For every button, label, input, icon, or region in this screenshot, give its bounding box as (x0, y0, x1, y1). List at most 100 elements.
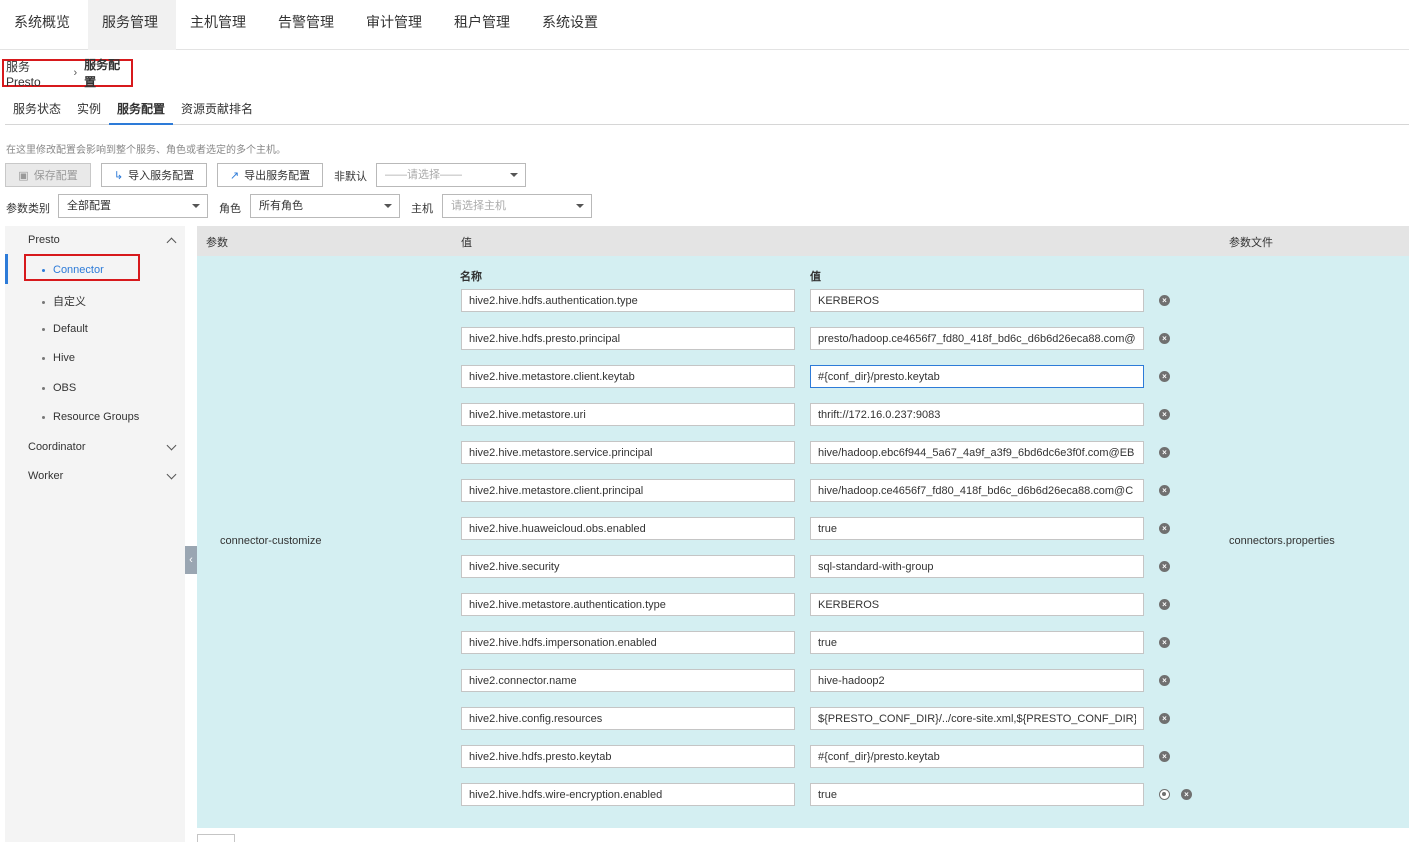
param-key-input[interactable] (461, 403, 795, 426)
tab-service-config[interactable]: 服务配置 (109, 95, 174, 125)
sidebar-item-obs[interactable]: OBS (42, 382, 76, 394)
save-icon: ▣ (18, 169, 29, 182)
config-hint: 在这里修改配置会影响到整个服务、角色或者选定的多个主机。 (6, 145, 286, 156)
active-indicator (5, 254, 8, 284)
param-value-input[interactable] (810, 745, 1144, 768)
param-value-input[interactable] (810, 669, 1144, 692)
remove-circle-icon[interactable]: × (1159, 333, 1170, 344)
param-key-input[interactable] (461, 479, 795, 502)
param-key-input[interactable] (461, 365, 795, 388)
nav-tenant-management[interactable]: 租户管理 (440, 0, 528, 50)
param-key-input[interactable] (461, 783, 795, 806)
sidebar-group-worker[interactable]: Worker (28, 470, 63, 482)
chevron-down-icon[interactable] (166, 440, 177, 451)
role-select[interactable]: 所有角色 (250, 194, 400, 218)
export-icon: ↗ (229, 169, 240, 182)
param-key-input[interactable] (461, 593, 795, 616)
save-config-button[interactable]: ▣ 保存配置 (5, 163, 91, 187)
remove-circle-icon[interactable]: × (1159, 751, 1170, 762)
header-file: 参数文件 (1229, 237, 1273, 249)
remove-circle-icon[interactable]: × (1181, 789, 1192, 800)
header-value: 值 (461, 237, 472, 249)
nav-service-management[interactable]: 服务管理 (88, 0, 176, 50)
remove-circle-icon[interactable]: × (1159, 371, 1170, 382)
remove-circle-icon[interactable]: × (1159, 599, 1170, 610)
nav-alarm-management[interactable]: 告警管理 (264, 0, 352, 50)
remove-circle-icon[interactable]: × (1159, 637, 1170, 648)
param-key-input[interactable] (461, 327, 795, 350)
add-circle-icon[interactable] (1159, 789, 1170, 800)
chevron-down-icon (510, 173, 518, 177)
param-value-input[interactable] (810, 593, 1144, 616)
param-value-input[interactable] (810, 365, 1144, 388)
param-key-input[interactable] (461, 631, 795, 654)
remove-circle-icon[interactable]: × (1159, 485, 1170, 496)
tab-instances[interactable]: 实例 (69, 95, 109, 125)
tab-service-status[interactable]: 服务状态 (5, 95, 69, 125)
chevron-up-icon[interactable] (166, 237, 177, 248)
param-value-input[interactable] (810, 517, 1144, 540)
table-header: 参数 值 参数文件 (197, 226, 1409, 256)
remove-circle-icon[interactable]: × (1159, 713, 1170, 724)
sidebar-group-coordinator[interactable]: Coordinator (28, 441, 85, 453)
param-key-input[interactable] (461, 517, 795, 540)
category-value: 全部配置 (67, 200, 111, 212)
remove-circle-icon[interactable]: × (1159, 561, 1170, 572)
param-value-input[interactable] (810, 403, 1144, 426)
sidebar-item-connector[interactable]: Connector (42, 264, 104, 276)
sidebar-item-label: Hive (53, 352, 76, 364)
nav-system-overview[interactable]: 系统概览 (0, 0, 88, 50)
remove-circle-icon[interactable]: × (1159, 675, 1170, 686)
param-key-input[interactable] (461, 669, 795, 692)
chevron-down-icon (576, 204, 584, 208)
import-config-button[interactable]: ↳ 导入服务配置 (101, 163, 207, 187)
param-key-input[interactable] (461, 745, 795, 768)
top-nav: 系统概览 服务管理 主机管理 告警管理 审计管理 租户管理 系统设置 (0, 0, 1409, 50)
nav-host-management[interactable]: 主机管理 (176, 0, 264, 50)
param-key-input[interactable] (461, 707, 795, 730)
remove-circle-icon[interactable]: × (1159, 295, 1170, 306)
page-size-select[interactable] (197, 834, 235, 842)
param-value-input[interactable] (810, 441, 1144, 464)
host-placeholder: 请选择主机 (451, 200, 506, 212)
sidebar-item-hive[interactable]: Hive (42, 352, 75, 364)
param-key-input[interactable] (461, 555, 795, 578)
export-config-button[interactable]: ↗ 导出服务配置 (217, 163, 323, 187)
param-value-input[interactable] (810, 707, 1144, 730)
non-default-select[interactable]: ——请选择—— (376, 163, 526, 187)
param-value-input[interactable] (810, 555, 1144, 578)
nav-audit-management[interactable]: 审计管理 (352, 0, 440, 50)
remove-circle-icon[interactable]: × (1159, 409, 1170, 420)
chevron-left-icon[interactable]: ‹ (185, 546, 197, 574)
category-select[interactable]: 全部配置 (58, 194, 208, 218)
nav-system-settings[interactable]: 系统设置 (528, 0, 616, 50)
sidebar-item-custom[interactable]: 自定义 (42, 293, 86, 309)
param-key-input[interactable] (461, 441, 795, 464)
param-value-input[interactable] (810, 327, 1144, 350)
remove-circle-icon[interactable]: × (1159, 523, 1170, 534)
param-name: connector-customize (220, 535, 322, 547)
sidebar-item-resource-groups[interactable]: Resource Groups (42, 411, 139, 423)
sidebar-item-default[interactable]: Default (42, 323, 88, 335)
sidebar-group-presto[interactable]: Presto (28, 234, 60, 246)
param-value-input[interactable] (810, 289, 1144, 312)
breadcrumb-parent[interactable]: 服务 Presto (6, 58, 67, 89)
param-key-input[interactable] (461, 289, 795, 312)
config-sidebar: Presto Connector 自定义 Default Hive OBS Re… (5, 226, 185, 842)
host-select[interactable]: 请选择主机 (442, 194, 592, 218)
param-value-input[interactable] (810, 479, 1144, 502)
chevron-down-icon[interactable] (166, 469, 177, 480)
sidebar-item-label: Resource Groups (53, 411, 140, 423)
param-value-input[interactable] (810, 783, 1144, 806)
bullet-icon (42, 327, 45, 331)
breadcrumb-current: 服务配置 (84, 58, 121, 89)
param-value-input[interactable] (810, 631, 1144, 654)
remove-circle-icon[interactable]: × (1159, 447, 1170, 458)
category-label: 参数类别 (6, 203, 50, 215)
tab-resource-ranking[interactable]: 资源贡献排名 (173, 95, 261, 125)
import-icon: ↳ (113, 169, 124, 182)
chevron-down-icon (384, 204, 392, 208)
subheader-name: 名称 (460, 271, 482, 283)
non-default-label: 非默认 (334, 171, 367, 183)
save-config-label: 保存配置 (33, 170, 78, 182)
